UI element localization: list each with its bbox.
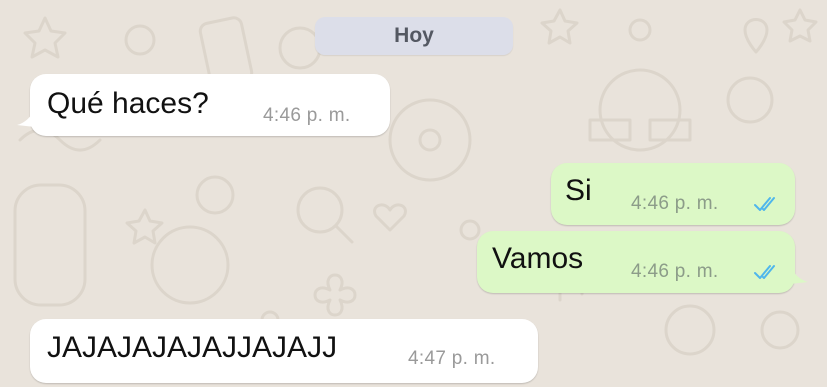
bubble-tail-icon [790, 266, 808, 284]
star-doodle-icon [782, 8, 818, 43]
flower-doodle-icon [313, 273, 357, 317]
ball-doodle-icon [726, 76, 774, 124]
message-text: JAJAJAJAJAJJAJAJJ [47, 331, 338, 364]
camera-doodle-icon [664, 304, 716, 356]
message-timestamp: 4:46 p. m. [263, 105, 351, 126]
message-text: Vamos [492, 242, 584, 275]
ring-doodle-icon [278, 26, 322, 70]
circle-doodle-icon [459, 219, 481, 241]
ring-doodle-icon [760, 310, 800, 350]
star-doodle-icon [540, 8, 579, 45]
magnifier-handle-doodle-icon [334, 224, 354, 244]
smiley-doodle-icon [150, 225, 230, 305]
heart-doodle-icon [373, 203, 407, 232]
message-bubble-outgoing[interactable]: Vamos 4:46 p. m. [477, 231, 808, 293]
star-doodle-icon [125, 208, 164, 245]
magnifier-doodle-icon [296, 186, 344, 234]
message-timestamp: 4:47 p. m. [408, 348, 496, 369]
bubble-tail-icon [17, 109, 35, 127]
sunglasses-doodle-icon [588, 118, 692, 142]
chat-screen: { "chat": { "date_label": "Hoy", "messag… [0, 0, 827, 387]
circle-doodle-icon [124, 24, 156, 56]
read-double-check-icon [754, 197, 775, 211]
backpack-doodle-icon [13, 183, 87, 307]
vinyl-center-doodle-icon [418, 128, 442, 152]
star-doodle-icon [23, 16, 67, 59]
message-bubble-incoming[interactable]: Qué haces? 4:46 p. m. [17, 74, 390, 136]
message-text: Qué haces? [47, 87, 209, 120]
message-text: Si [565, 174, 592, 207]
message-bubble-outgoing[interactable]: Si 4:46 p. m. [551, 163, 795, 225]
bubble-doodle-icon [195, 175, 235, 215]
ghost-doodle-icon [598, 68, 682, 152]
message-timestamp: 4:46 p. m. [631, 261, 719, 282]
circle-doodle-icon [628, 18, 652, 42]
date-divider: Hoy [315, 17, 513, 55]
read-double-check-icon [754, 265, 775, 279]
vinyl-doodle-icon [388, 98, 472, 182]
message-timestamp: 4:46 p. m. [631, 193, 719, 214]
message-bubble-incoming[interactable]: JAJAJAJAJAJJAJAJJ 4:47 p. m. [30, 319, 538, 383]
pin-doodle-icon [743, 18, 769, 54]
